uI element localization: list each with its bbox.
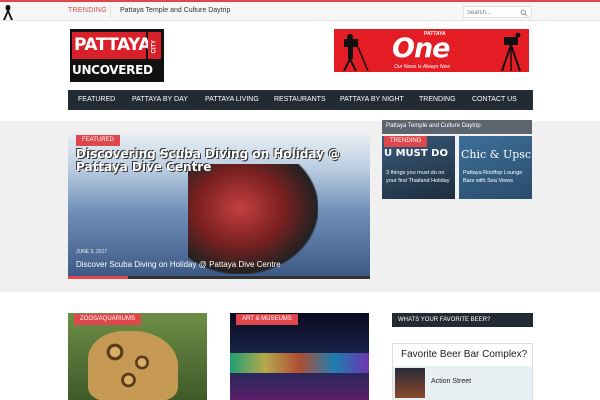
nav-item-restaurants[interactable]: RESTAURANTS (274, 90, 326, 110)
hero-image-headline: Discovering Scuba Diving on Holiday @ Pa… (76, 147, 341, 174)
tile-image-text: Chic & Upsc (461, 148, 532, 161)
art-article-card[interactable]: ART & MUSEUMS (230, 313, 369, 400)
poll-option-thumbnail (395, 368, 425, 398)
nav-item-contact-us[interactable]: CONTACT US (472, 90, 517, 110)
logo-text-uncovered: UNCOVERED (72, 63, 153, 77)
nav-item-trending[interactable]: TRENDING (419, 90, 456, 110)
category-badge[interactable]: ART & MUSEUMS (236, 314, 298, 325)
museum-lights-image (230, 353, 369, 373)
logo-city-block: CITY (148, 32, 161, 59)
hero-date: JUNE 3, 2017 (76, 249, 108, 255)
hero-slide[interactable]: Discovering Scuba Diving on Holiday @ Pa… (68, 134, 370, 276)
banner-title: One (392, 33, 450, 64)
main-nav: FEATURED PATTAYA BY DAY PATTAYA LIVING R… (68, 90, 533, 110)
divider (110, 6, 111, 18)
trending-badge[interactable]: TRENDING (384, 136, 428, 147)
poll-option[interactable]: Action Street (393, 366, 532, 400)
top-bar: TRENDING Pattaya Temple and Culture Dayt… (0, 2, 600, 21)
tile-caption: 3 things you must do on your first Thail… (386, 170, 450, 184)
trending-headline-link[interactable]: Pattaya Temple and Culture Daytrip (120, 7, 230, 14)
slider-progress-active (68, 276, 128, 279)
nav-item-pattaya-living[interactable]: PATTAYA LIVING (205, 90, 259, 110)
camera-operator-icon (343, 34, 369, 71)
search-input[interactable] (467, 8, 517, 17)
search-icon[interactable] (520, 9, 528, 17)
poll-option-label: Action Street (431, 378, 472, 385)
side-top-post[interactable]: Pattaya Temple and Culture Daytrip (382, 120, 532, 134)
poll-widget-header: WHATS YOUR FAVORITE BEER? (392, 313, 533, 327)
zoo-article-card[interactable]: ZOOS/AQUARIUMS (68, 313, 207, 400)
widget-title: WHATS YOUR FAVORITE BEER? (398, 317, 491, 323)
slider-progress (68, 276, 370, 279)
nav-item-pattaya-by-day[interactable]: PATTAYA BY DAY (132, 90, 188, 110)
awareness-ribbon-icon (3, 5, 13, 20)
trending-tile[interactable]: Chic & Upsc Pattaya Rooftop Lounge Bars … (459, 136, 532, 199)
banner-tagline: Our News Is Always New (394, 64, 450, 70)
category-badge[interactable]: ZOOS/AQUARIUMS (74, 314, 142, 325)
nav-item-featured[interactable]: FEATURED (78, 90, 115, 110)
pattaya-one-banner[interactable]: PATTAYA One Our News Is Always New (334, 29, 529, 72)
hero-title[interactable]: Discover Scuba Diving on Holiday @ Patta… (76, 260, 281, 269)
nav-item-pattaya-by-night[interactable]: PATTAYA BY NIGHT (340, 90, 404, 110)
tile-image-text: U MUST DO (384, 148, 448, 159)
side-top-title: Pattaya Temple and Culture Daytrip (386, 123, 481, 129)
poll-question: Favorite Beer Bar Complex? (401, 349, 528, 360)
poll-box: Favorite Beer Bar Complex? Action Street (392, 343, 533, 400)
logo-red-block: PATTAYA (72, 32, 151, 59)
featured-badge[interactable]: FEATURED (76, 135, 120, 146)
search-box (463, 6, 532, 18)
leopard-image (88, 331, 178, 400)
logo-text-pattaya: PATTAYA (74, 35, 151, 55)
camera-tripod-icon (501, 33, 521, 71)
trending-label: TRENDING (68, 7, 107, 14)
diver-image (188, 164, 318, 274)
site-logo[interactable]: PATTAYA CITY UNCOVERED (70, 29, 164, 82)
logo-text-city: CITY (151, 39, 158, 54)
tile-caption: Pattaya Rooftop Lounge Bars with Sea Vie… (463, 170, 523, 184)
